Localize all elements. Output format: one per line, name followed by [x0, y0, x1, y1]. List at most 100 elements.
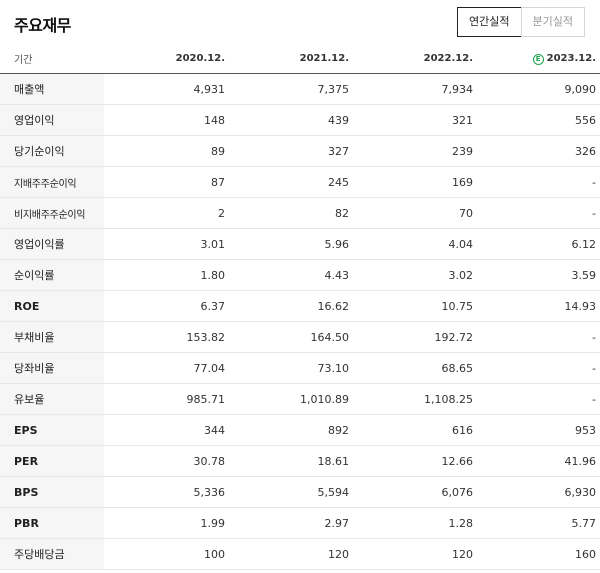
row-value: 344	[104, 414, 228, 446]
row-value: 148	[104, 104, 228, 136]
row-value: 7,375	[228, 73, 352, 105]
table-row: 매출액 4,931 7,375 7,934 9,090	[0, 73, 600, 105]
row-value: 4.04	[352, 228, 476, 260]
table-row: 영업이익률 3.01 5.96 4.04 6.12	[0, 228, 600, 260]
row-value: 41.96	[476, 445, 600, 477]
row-value: 100	[104, 538, 228, 570]
table-row: BPS 5,336 5,594 6,076 6,930	[0, 476, 600, 508]
table-row: ROE 6.37 16.62 10.75 14.93	[0, 290, 600, 322]
row-value: 3.02	[352, 259, 476, 291]
estimate-icon: E	[532, 53, 544, 65]
row-value: 70	[352, 197, 476, 229]
row-value: 245	[228, 166, 352, 198]
row-label: 비지배주주순이익	[0, 197, 104, 229]
table-row: 비지배주주순이익 2 82 70 -	[0, 197, 600, 229]
row-value: 1.80	[104, 259, 228, 291]
table-row: 당기순이익 89 327 239 326	[0, 135, 600, 167]
quarterly-tab[interactable]: 분기실적	[520, 7, 585, 37]
row-value: 616	[352, 414, 476, 446]
annual-tab[interactable]: 연간실적	[457, 7, 522, 37]
row-value: 89	[104, 135, 228, 167]
row-label: 매출액	[0, 73, 104, 105]
row-value: 326	[476, 135, 600, 167]
row-value: 556	[476, 104, 600, 136]
period-header-estimate: E 2023.12.	[476, 44, 600, 74]
row-value: 239	[352, 135, 476, 167]
table-row: EPS 344 892 616 953	[0, 414, 600, 446]
financial-table: 기간 2020.12. 2021.12. 2022.12. E 2023.12. …	[0, 44, 600, 570]
row-label: 당기순이익	[0, 135, 104, 167]
row-value: 439	[228, 104, 352, 136]
row-value: -	[476, 383, 600, 415]
row-value: 3.01	[104, 228, 228, 260]
row-value: 12.66	[352, 445, 476, 477]
row-value: 953	[476, 414, 600, 446]
period-toggle: 연간실적 분기실적	[457, 7, 585, 37]
table-header-row: 기간 2020.12. 2021.12. 2022.12. E 2023.12.	[0, 44, 600, 74]
row-value: 16.62	[228, 290, 352, 322]
row-value: 5,594	[228, 476, 352, 508]
row-label: 유보율	[0, 383, 104, 415]
row-value: 73.10	[228, 352, 352, 384]
row-value: 1,010.89	[228, 383, 352, 415]
row-label: EPS	[0, 414, 104, 446]
row-value: -	[476, 166, 600, 198]
row-value: 1.28	[352, 507, 476, 539]
table-row: PER 30.78 18.61 12.66 41.96	[0, 445, 600, 477]
row-value: 1,108.25	[352, 383, 476, 415]
section-title: 주요재무	[14, 16, 71, 35]
row-label: PBR	[0, 507, 104, 539]
row-value: 14.93	[476, 290, 600, 322]
row-label: 지배주주순이익	[0, 166, 104, 198]
row-value: 18.61	[228, 445, 352, 477]
row-label: 영업이익	[0, 104, 104, 136]
row-label: ROE	[0, 290, 104, 322]
row-value: 985.71	[104, 383, 228, 415]
row-label: 영업이익률	[0, 228, 104, 260]
row-value: 5.96	[228, 228, 352, 260]
table-row: 지배주주순이익 87 245 169 -	[0, 166, 600, 198]
row-label: PER	[0, 445, 104, 477]
row-label: 순이익률	[0, 259, 104, 291]
row-value: 7,934	[352, 73, 476, 105]
row-value: 6.12	[476, 228, 600, 260]
row-value: -	[476, 197, 600, 229]
table-row: 부채비율 153.82 164.50 192.72 -	[0, 321, 600, 353]
row-value: 4,931	[104, 73, 228, 105]
table-row: PBR 1.99 2.97 1.28 5.77	[0, 507, 600, 539]
row-value: 1.99	[104, 507, 228, 539]
row-value: 6.37	[104, 290, 228, 322]
row-value: -	[476, 352, 600, 384]
row-value: 3.59	[476, 259, 600, 291]
period-label-header: 기간	[0, 44, 104, 74]
period-header-text: 2023.12.	[546, 52, 596, 64]
financial-summary-header: 주요재무 연간실적 분기실적	[0, 0, 600, 44]
row-value: 6,930	[476, 476, 600, 508]
row-label: 주당배당금	[0, 538, 104, 570]
row-value: 10.75	[352, 290, 476, 322]
row-label: 부채비율	[0, 321, 104, 353]
row-value: 87	[104, 166, 228, 198]
row-value: 68.65	[352, 352, 476, 384]
table-row: 당좌비율 77.04 73.10 68.65 -	[0, 352, 600, 384]
row-value: 2.97	[228, 507, 352, 539]
row-value: 120	[228, 538, 352, 570]
row-value: -	[476, 321, 600, 353]
row-value: 5,336	[104, 476, 228, 508]
row-label: BPS	[0, 476, 104, 508]
row-value: 160	[476, 538, 600, 570]
row-value: 169	[352, 166, 476, 198]
table-row: 주당배당금 100 120 120 160	[0, 538, 600, 570]
row-value: 2	[104, 197, 228, 229]
row-value: 120	[352, 538, 476, 570]
table-row: 영업이익 148 439 321 556	[0, 104, 600, 136]
table-row: 순이익률 1.80 4.43 3.02 3.59	[0, 259, 600, 291]
row-value: 153.82	[104, 321, 228, 353]
row-value: 82	[228, 197, 352, 229]
row-value: 5.77	[476, 507, 600, 539]
row-value: 9,090	[476, 73, 600, 105]
row-value: 192.72	[352, 321, 476, 353]
row-value: 4.43	[228, 259, 352, 291]
row-value: 892	[228, 414, 352, 446]
row-label: 당좌비율	[0, 352, 104, 384]
